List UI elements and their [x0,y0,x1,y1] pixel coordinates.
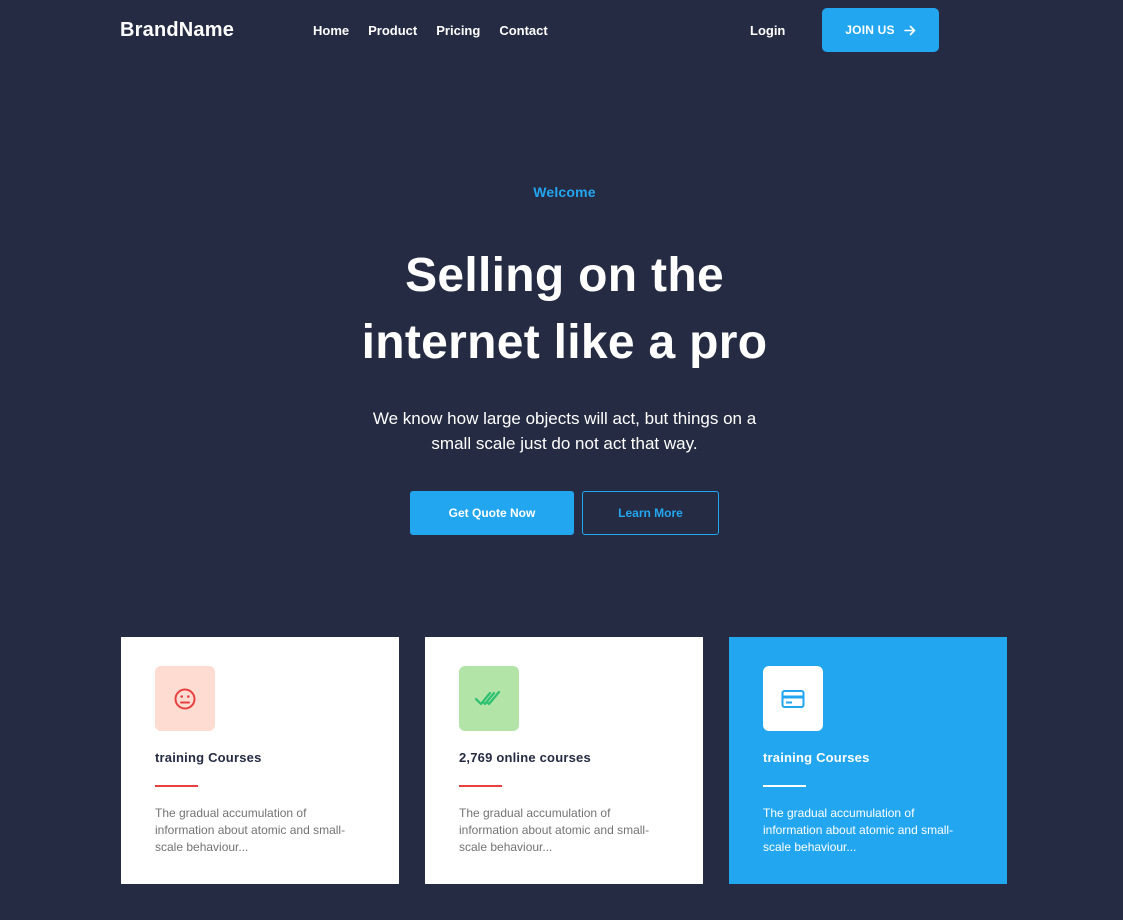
join-us-label: JOIN US [845,23,895,37]
feature-card[interactable]: training Courses The gradual accumulatio… [121,637,399,884]
card-description: The gradual accumulation of information … [763,806,954,854]
card-title: 2,769 online courses [459,750,591,765]
card-title: training Courses [763,750,870,765]
sad-face-icon [155,666,215,731]
main-nav: Home Product Pricing Contact [313,23,548,38]
feature-card[interactable]: 2,769 online courses The gradual accumul… [425,637,703,884]
arrow-right-icon [903,25,916,36]
card-description: The gradual accumulation of information … [459,806,650,854]
card-title: training Courses [155,750,262,765]
feature-card-highlighted[interactable]: training Courses The gradual accumulatio… [729,637,1007,884]
learn-more-button[interactable]: Learn More [582,491,719,535]
nav-link-home[interactable]: Home [313,23,349,38]
nav-link-contact[interactable]: Contact [499,23,547,38]
join-us-button[interactable]: JOIN US [822,8,939,52]
login-link[interactable]: Login [750,23,785,38]
brand-logo[interactable]: BrandName [120,19,234,42]
landing-page: BrandName Home Product Pricing Contact L… [0,0,1123,920]
hero-title-line: Selling on the [405,249,724,302]
nav-link-pricing[interactable]: Pricing [436,23,480,38]
card-divider [459,785,502,787]
card-divider [763,785,806,787]
hero-subtitle-line: We know how large objects will act, but … [372,409,757,428]
hero-title: Selling on the internet like a pro [0,242,1123,376]
double-check-icon [459,666,519,731]
hero-eyebrow: Welcome [533,184,596,200]
credit-card-icon [763,666,823,731]
hero-subtitle: We know how large objects will act, but … [0,406,1123,456]
hero-title-line: internet like a pro [361,316,768,369]
get-quote-button[interactable]: Get Quote Now [410,491,574,535]
card-divider [155,785,198,787]
hero-subtitle-line: small scale just do not act that way. [431,434,698,453]
card-description: The gradual accumulation of information … [155,806,346,854]
nav-link-product[interactable]: Product [368,23,417,38]
